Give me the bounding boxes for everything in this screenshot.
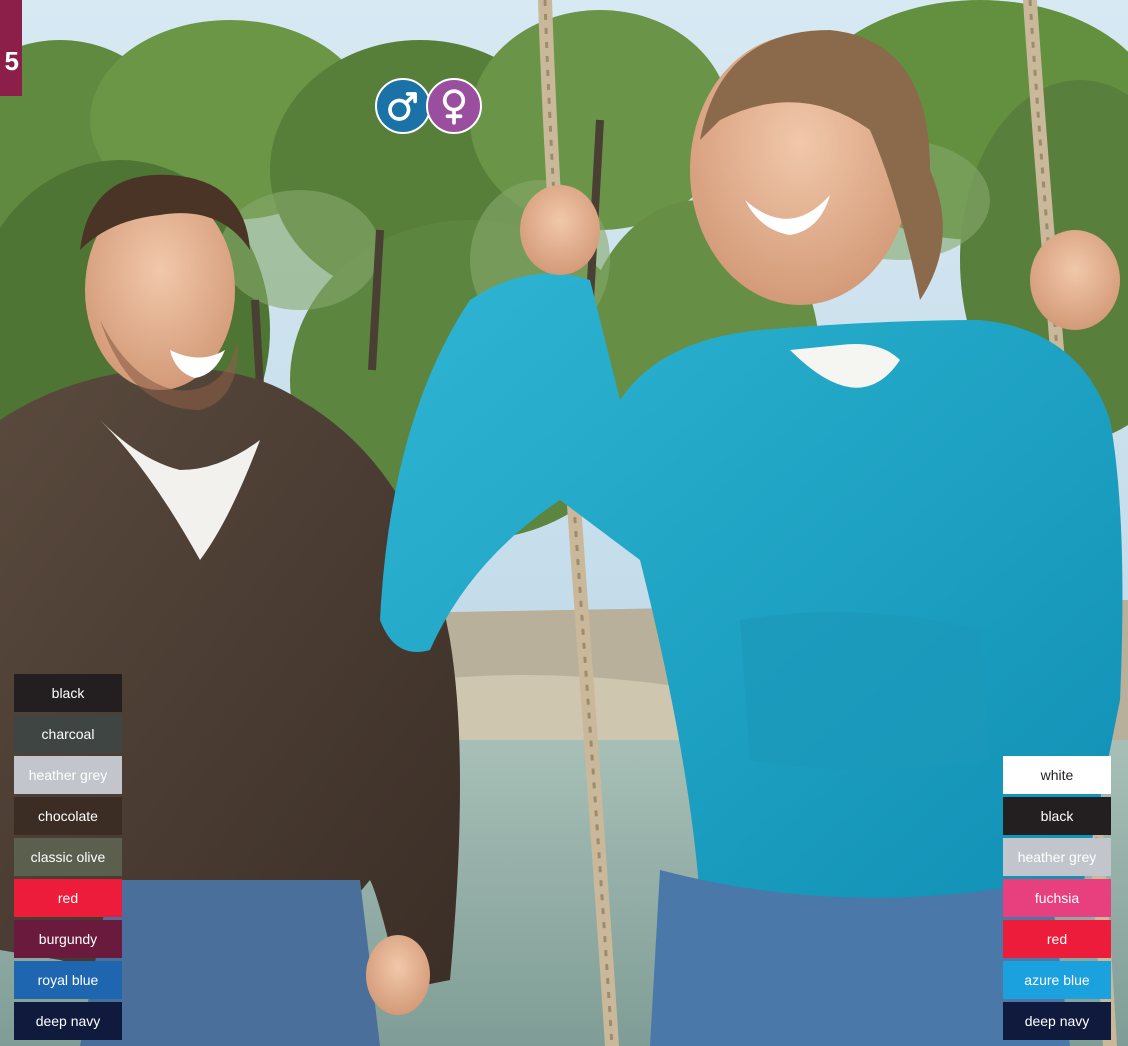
color-swatch: deep navy (14, 1002, 122, 1040)
color-swatch: black (1003, 797, 1111, 835)
male-symbol-icon (375, 78, 431, 134)
color-swatch: heather grey (14, 756, 122, 794)
color-swatch: white (1003, 756, 1111, 794)
mens-color-swatches: black charcoal heather grey chocolate classi… (14, 674, 122, 1043)
color-swatch: azure blue (1003, 961, 1111, 999)
color-swatch: chocolate (14, 797, 122, 835)
page-number-tab: 5 (0, 0, 22, 96)
page-number: 5 (4, 46, 19, 76)
womens-color-swatches: white black heather grey fuchsia red azure bl… (1003, 756, 1111, 1043)
color-swatch: heather grey (1003, 838, 1111, 876)
product-photo (0, 0, 1128, 1046)
color-swatch: fuchsia (1003, 879, 1111, 917)
color-swatch: classic olive (14, 838, 122, 876)
color-swatch: royal blue (14, 961, 122, 999)
color-swatch: burgundy (14, 920, 122, 958)
color-swatch: deep navy (1003, 1002, 1111, 1040)
color-swatch: black (14, 674, 122, 712)
color-swatch: red (1003, 920, 1111, 958)
female-symbol-icon (426, 78, 482, 134)
color-swatch: red (14, 879, 122, 917)
color-swatch: charcoal (14, 715, 122, 753)
